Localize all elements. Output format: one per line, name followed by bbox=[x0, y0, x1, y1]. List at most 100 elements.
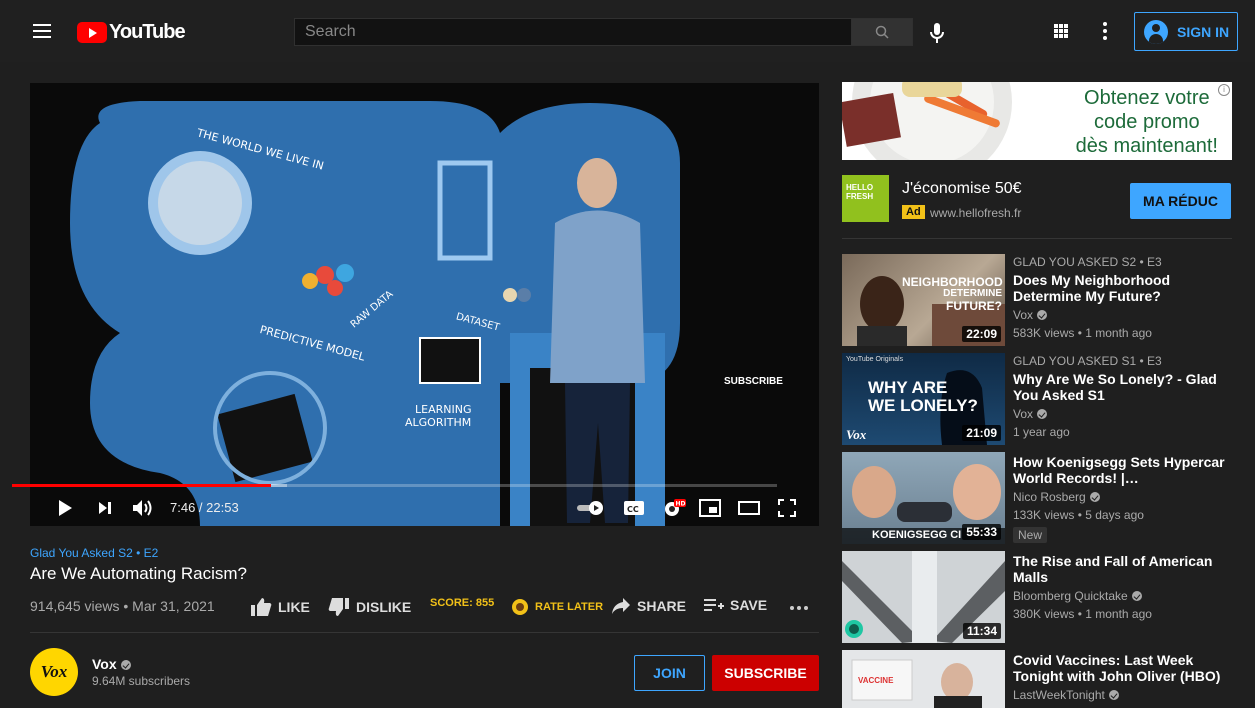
recommendation-item[interactable]: YouTube Originals WHY ARE WE LONELY? Vox… bbox=[842, 353, 1242, 445]
theater-icon bbox=[738, 501, 760, 515]
video-duration: 21:09 bbox=[962, 425, 1001, 441]
sign-in-button[interactable]: SIGN IN bbox=[1134, 12, 1238, 51]
subscribe-watermark[interactable]: SUBSCRIBE bbox=[724, 376, 783, 387]
thumbs-up-icon bbox=[251, 598, 272, 616]
channel-name-text: Vox bbox=[1013, 407, 1034, 421]
more-actions-button[interactable] bbox=[790, 599, 808, 613]
video-meta: 380K views • 1 month ago bbox=[1013, 607, 1152, 621]
food-plate-image bbox=[842, 82, 1012, 160]
like-label: LIKE bbox=[278, 599, 310, 615]
volume-button[interactable] bbox=[132, 497, 154, 519]
captions-icon: CC bbox=[624, 501, 644, 515]
captions-button[interactable]: CC bbox=[624, 497, 644, 519]
verified-icon bbox=[1108, 690, 1119, 700]
rate-later-label: RATE LATER bbox=[535, 601, 604, 613]
ad-badge: Ad bbox=[902, 205, 925, 219]
verified-icon bbox=[1131, 591, 1142, 601]
ad-banner[interactable]: Obtenez votre code promo dès maintenant! bbox=[842, 82, 1232, 160]
channel-name[interactable]: LastWeekTonight bbox=[1013, 687, 1233, 703]
channel-name[interactable]: Vox bbox=[1013, 406, 1233, 422]
svg-text:HD: HD bbox=[676, 501, 686, 508]
thumb-text-line: NEIGHBORHOOD bbox=[902, 275, 1003, 289]
youtube-logo[interactable]: YouTube bbox=[77, 20, 186, 43]
thumb-text-line: Vox bbox=[846, 427, 867, 442]
thumbnail-text: WHY ARE WE LONELY? bbox=[868, 379, 978, 415]
settings-button[interactable]: HD bbox=[662, 497, 686, 519]
more-options-icon[interactable] bbox=[1103, 22, 1107, 40]
save-button[interactable]: SAVE bbox=[704, 597, 767, 613]
top-bar: YouTube Search SIGN IN bbox=[0, 0, 1255, 62]
divider bbox=[30, 632, 819, 633]
series-label: GLAD YOU ASKED S2 • E3 bbox=[1013, 255, 1162, 269]
video-title[interactable]: How Koenigsegg Sets Hypercar World Recor… bbox=[1013, 454, 1233, 486]
menu-icon[interactable] bbox=[33, 24, 51, 38]
verified-icon bbox=[1089, 492, 1100, 502]
video-thumbnail[interactable]: 11:34 bbox=[842, 551, 1005, 643]
miniplayer-button[interactable] bbox=[699, 497, 721, 519]
verified-icon bbox=[1037, 409, 1048, 419]
rate-later-button[interactable]: RATE LATER bbox=[510, 597, 603, 617]
recommendation-item[interactable]: VACCINE Covid Vaccines: Last Week Tonigh… bbox=[842, 650, 1242, 708]
ad-divider bbox=[842, 238, 1232, 239]
video-info: The Rise and Fall of American Malls Bloo… bbox=[1013, 551, 1233, 622]
video-thumbnail[interactable]: NEIGHBORHOOD DETERMINE FUTURE? 22:09 bbox=[842, 254, 1005, 346]
search-input[interactable]: Search bbox=[294, 18, 851, 46]
fullscreen-button[interactable] bbox=[778, 497, 796, 519]
video-thumbnail[interactable]: VACCINE bbox=[842, 650, 1005, 708]
recommendation-item[interactable]: NEIGHBORHOOD DETERMINE FUTURE? 22:09 GLA… bbox=[842, 254, 1242, 346]
play-button[interactable] bbox=[57, 497, 73, 519]
channel-name-text: LastWeekTonight bbox=[1013, 688, 1105, 702]
channel-name[interactable]: Bloomberg Quicktake bbox=[1013, 588, 1233, 604]
ad-cta-button[interactable]: MA RÉDUC bbox=[1130, 183, 1231, 219]
join-button[interactable]: JOIN bbox=[634, 655, 705, 691]
ad-url: www.hellofresh.fr bbox=[930, 206, 1022, 220]
ad-info-icon[interactable]: i bbox=[1218, 84, 1230, 96]
video-title[interactable]: Why Are We So Lonely? - Glad You Asked S… bbox=[1013, 371, 1233, 403]
score-label: SCORE: 855 bbox=[430, 597, 495, 609]
video-duration: 22:09 bbox=[962, 326, 1001, 342]
hf-logo-line1: HELLO bbox=[846, 183, 874, 192]
thumb-text-line: FUTURE? bbox=[946, 299, 1002, 313]
share-label: SHARE bbox=[637, 598, 687, 614]
share-button[interactable]: SHARE bbox=[611, 597, 686, 615]
video-title[interactable]: The Rise and Fall of American Malls bbox=[1013, 553, 1233, 585]
progress-bar[interactable] bbox=[12, 484, 777, 487]
series-link[interactable]: Glad You Asked S2 • E2 bbox=[30, 546, 158, 560]
video-thumbnail[interactable]: YouTube Originals WHY ARE WE LONELY? Vox… bbox=[842, 353, 1005, 445]
video-frame: THE WORLD WE LIVE IN RAW DATA DATASET PR… bbox=[30, 83, 819, 526]
next-button[interactable] bbox=[98, 497, 112, 519]
channel-name[interactable]: Nico Rosberg bbox=[1013, 489, 1233, 505]
channel-name[interactable]: Vox bbox=[1013, 307, 1233, 323]
subscribe-button[interactable]: SUBSCRIBE bbox=[712, 655, 819, 691]
video-title[interactable]: Covid Vaccines: Last Week Tonight with J… bbox=[1013, 652, 1233, 684]
verified-icon bbox=[120, 660, 131, 670]
fullscreen-icon bbox=[778, 499, 796, 517]
hellofresh-logo[interactable]: HELLO FRESH bbox=[842, 175, 889, 222]
channel-name[interactable]: Vox bbox=[92, 656, 131, 672]
logo-text: YouTube bbox=[109, 20, 186, 43]
video-thumbnail[interactable]: KOENIGSEGG CI 55:33 bbox=[842, 452, 1005, 544]
video-title: Are We Automating Racism? bbox=[30, 564, 247, 583]
sign-in-label: SIGN IN bbox=[1177, 23, 1230, 40]
ad-title[interactable]: J'économise 50€ bbox=[902, 180, 1022, 198]
autoplay-toggle[interactable] bbox=[577, 497, 605, 519]
channel-avatar[interactable]: Vox bbox=[30, 648, 78, 696]
recommendation-item[interactable]: 11:34 The Rise and Fall of American Mall… bbox=[842, 551, 1242, 643]
search-button[interactable] bbox=[851, 18, 913, 46]
microphone-icon[interactable] bbox=[929, 22, 945, 44]
time-display: 7:46 / 22:53 bbox=[170, 500, 239, 515]
dislike-button[interactable]: DISLIKE bbox=[328, 597, 411, 617]
video-title[interactable]: Does My Neighborhood Determine My Future… bbox=[1013, 272, 1233, 304]
theater-mode-button[interactable] bbox=[738, 497, 760, 519]
youtube-play-icon bbox=[77, 21, 107, 43]
video-player[interactable]: THE WORLD WE LIVE IN RAW DATA DATASET PR… bbox=[30, 83, 819, 526]
recommendation-item[interactable]: KOENIGSEGG CI 55:33 How Koenigsegg Sets … bbox=[842, 452, 1242, 544]
series-label: GLAD YOU ASKED S1 • E3 bbox=[1013, 354, 1162, 368]
apps-grid-icon[interactable] bbox=[1054, 24, 1068, 38]
more-horizontal-icon bbox=[790, 606, 808, 610]
play-icon bbox=[59, 500, 72, 516]
svg-text:LEARNING: LEARNING bbox=[415, 403, 471, 416]
like-button[interactable]: LIKE bbox=[250, 597, 310, 617]
svg-text:CC: CC bbox=[627, 505, 639, 514]
video-duration: 55:33 bbox=[962, 524, 1001, 540]
